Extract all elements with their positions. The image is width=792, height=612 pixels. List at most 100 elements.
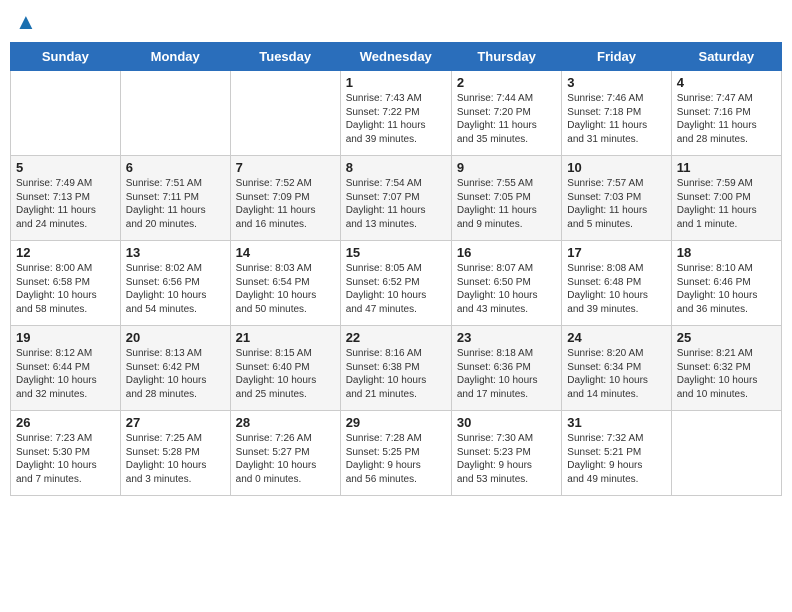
calendar-cell: 22 Sunrise: 8:16 AM Sunset: 6:38 PM Dayli… bbox=[340, 326, 451, 411]
calendar-cell: 24 Sunrise: 8:20 AM Sunset: 6:34 PM Dayli… bbox=[562, 326, 671, 411]
day-info: Sunrise: 7:25 AM Sunset: 5:28 PM Dayligh… bbox=[126, 432, 225, 486]
day-number: 25 bbox=[677, 330, 776, 345]
calendar-cell: 20 Sunrise: 8:13 AM Sunset: 6:42 PM Dayli… bbox=[120, 326, 230, 411]
calendar-cell: 4 Sunrise: 7:47 AM Sunset: 7:16 PM Daylig… bbox=[671, 71, 781, 156]
day-number: 24 bbox=[567, 330, 665, 345]
calendar-cell: 13 Sunrise: 8:02 AM Sunset: 6:56 PM Dayli… bbox=[120, 241, 230, 326]
day-number: 14 bbox=[236, 245, 335, 260]
day-info: Sunrise: 7:26 AM Sunset: 5:27 PM Dayligh… bbox=[236, 432, 335, 486]
calendar-cell: 25 Sunrise: 8:21 AM Sunset: 6:32 PM Dayli… bbox=[671, 326, 781, 411]
day-number: 15 bbox=[346, 245, 446, 260]
day-info: Sunrise: 8:15 AM Sunset: 6:40 PM Dayligh… bbox=[236, 347, 335, 401]
day-info: Sunrise: 7:49 AM Sunset: 7:13 PM Dayligh… bbox=[16, 177, 115, 231]
calendar-cell: 1 Sunrise: 7:43 AM Sunset: 7:22 PM Daylig… bbox=[340, 71, 451, 156]
calendar-cell: 6Sunrise: 7:51 AM Sunset: 7:11 PM Daylig… bbox=[120, 156, 230, 241]
day-header-wednesday: Wednesday bbox=[340, 43, 451, 71]
day-info: Sunrise: 8:08 AM Sunset: 6:48 PM Dayligh… bbox=[567, 262, 665, 316]
calendar-cell: 2 Sunrise: 7:44 AM Sunset: 7:20 PM Daylig… bbox=[451, 71, 561, 156]
day-info: Sunrise: 8:05 AM Sunset: 6:52 PM Dayligh… bbox=[346, 262, 446, 316]
day-number: 27 bbox=[126, 415, 225, 430]
calendar-cell bbox=[671, 411, 781, 496]
day-number: 22 bbox=[346, 330, 446, 345]
calendar-cell: 12Sunrise: 8:00 AM Sunset: 6:58 PM Dayli… bbox=[11, 241, 121, 326]
day-info: Sunrise: 7:52 AM Sunset: 7:09 PM Dayligh… bbox=[236, 177, 335, 231]
calendar-cell bbox=[11, 71, 121, 156]
day-number: 26 bbox=[16, 415, 115, 430]
day-header-saturday: Saturday bbox=[671, 43, 781, 71]
day-number: 23 bbox=[457, 330, 556, 345]
calendar-week-1: 1 Sunrise: 7:43 AM Sunset: 7:22 PM Daylig… bbox=[11, 71, 782, 156]
day-info: Sunrise: 8:16 AM Sunset: 6:38 PM Dayligh… bbox=[346, 347, 446, 401]
calendar-cell bbox=[230, 71, 340, 156]
day-number: 31 bbox=[567, 415, 665, 430]
day-number: 7 bbox=[236, 160, 335, 175]
calendar-week-5: 26Sunrise: 7:23 AM Sunset: 5:30 PM Dayli… bbox=[11, 411, 782, 496]
day-number: 19 bbox=[16, 330, 115, 345]
calendar-cell: 9Sunrise: 7:55 AM Sunset: 7:05 PM Daylig… bbox=[451, 156, 561, 241]
calendar-cell: 3Sunrise: 7:46 AM Sunset: 7:18 PM Daylig… bbox=[562, 71, 671, 156]
calendar-cell: 23 Sunrise: 8:18 AM Sunset: 6:36 PM Dayli… bbox=[451, 326, 561, 411]
calendar-cell: 14 Sunrise: 8:03 AM Sunset: 6:54 PM Dayli… bbox=[230, 241, 340, 326]
day-number: 21 bbox=[236, 330, 335, 345]
calendar-cell: 16Sunrise: 8:07 AM Sunset: 6:50 PM Dayli… bbox=[451, 241, 561, 326]
calendar-cell: 28 Sunrise: 7:26 AM Sunset: 5:27 PM Dayli… bbox=[230, 411, 340, 496]
day-info: Sunrise: 7:54 AM Sunset: 7:07 PM Dayligh… bbox=[346, 177, 446, 231]
day-number: 13 bbox=[126, 245, 225, 260]
day-info: Sunrise: 7:28 AM Sunset: 5:25 PM Dayligh… bbox=[346, 432, 446, 486]
calendar-cell: 27 Sunrise: 7:25 AM Sunset: 5:28 PM Dayli… bbox=[120, 411, 230, 496]
day-info: Sunrise: 7:32 AM Sunset: 5:21 PM Dayligh… bbox=[567, 432, 665, 486]
calendar-header-row: SundayMondayTuesdayWednesdayThursdayFrid… bbox=[11, 43, 782, 71]
day-number: 2 bbox=[457, 75, 556, 90]
day-info: Sunrise: 7:59 AM Sunset: 7:00 PM Dayligh… bbox=[677, 177, 776, 231]
day-info: Sunrise: 7:43 AM Sunset: 7:22 PM Dayligh… bbox=[346, 92, 446, 146]
day-number: 18 bbox=[677, 245, 776, 260]
calendar-cell: 21 Sunrise: 8:15 AM Sunset: 6:40 PM Dayli… bbox=[230, 326, 340, 411]
calendar-cell: 26Sunrise: 7:23 AM Sunset: 5:30 PM Dayli… bbox=[11, 411, 121, 496]
day-info: Sunrise: 7:30 AM Sunset: 5:23 PM Dayligh… bbox=[457, 432, 556, 486]
day-number: 17 bbox=[567, 245, 665, 260]
day-number: 20 bbox=[126, 330, 225, 345]
day-info: Sunrise: 7:44 AM Sunset: 7:20 PM Dayligh… bbox=[457, 92, 556, 146]
day-info: Sunrise: 7:57 AM Sunset: 7:03 PM Dayligh… bbox=[567, 177, 665, 231]
calendar-week-3: 12Sunrise: 8:00 AM Sunset: 6:58 PM Dayli… bbox=[11, 241, 782, 326]
day-info: Sunrise: 7:51 AM Sunset: 7:11 PM Dayligh… bbox=[126, 177, 225, 231]
day-number: 1 bbox=[346, 75, 446, 90]
day-header-tuesday: Tuesday bbox=[230, 43, 340, 71]
day-number: 10 bbox=[567, 160, 665, 175]
day-number: 4 bbox=[677, 75, 776, 90]
day-info: Sunrise: 8:21 AM Sunset: 6:32 PM Dayligh… bbox=[677, 347, 776, 401]
day-number: 29 bbox=[346, 415, 446, 430]
calendar-cell: 5Sunrise: 7:49 AM Sunset: 7:13 PM Daylig… bbox=[11, 156, 121, 241]
logo-general: ▲ bbox=[15, 10, 37, 34]
day-number: 3 bbox=[567, 75, 665, 90]
day-info: Sunrise: 7:47 AM Sunset: 7:16 PM Dayligh… bbox=[677, 92, 776, 146]
day-number: 30 bbox=[457, 415, 556, 430]
day-info: Sunrise: 8:12 AM Sunset: 6:44 PM Dayligh… bbox=[16, 347, 115, 401]
day-info: Sunrise: 7:55 AM Sunset: 7:05 PM Dayligh… bbox=[457, 177, 556, 231]
calendar-cell: 15 Sunrise: 8:05 AM Sunset: 6:52 PM Dayli… bbox=[340, 241, 451, 326]
day-header-sunday: Sunday bbox=[11, 43, 121, 71]
day-number: 16 bbox=[457, 245, 556, 260]
calendar-cell: 11Sunrise: 7:59 AM Sunset: 7:00 PM Dayli… bbox=[671, 156, 781, 241]
day-header-friday: Friday bbox=[562, 43, 671, 71]
day-info: Sunrise: 8:20 AM Sunset: 6:34 PM Dayligh… bbox=[567, 347, 665, 401]
day-info: Sunrise: 8:03 AM Sunset: 6:54 PM Dayligh… bbox=[236, 262, 335, 316]
calendar-week-2: 5Sunrise: 7:49 AM Sunset: 7:13 PM Daylig… bbox=[11, 156, 782, 241]
day-info: Sunrise: 8:18 AM Sunset: 6:36 PM Dayligh… bbox=[457, 347, 556, 401]
calendar-cell: 29 Sunrise: 7:28 AM Sunset: 5:25 PM Dayli… bbox=[340, 411, 451, 496]
page-header: ▲ bbox=[10, 10, 782, 32]
day-header-thursday: Thursday bbox=[451, 43, 561, 71]
day-number: 8 bbox=[346, 160, 446, 175]
day-info: Sunrise: 8:10 AM Sunset: 6:46 PM Dayligh… bbox=[677, 262, 776, 316]
calendar-cell: 18 Sunrise: 8:10 AM Sunset: 6:46 PM Dayli… bbox=[671, 241, 781, 326]
calendar-cell: 10 Sunrise: 7:57 AM Sunset: 7:03 PM Dayli… bbox=[562, 156, 671, 241]
day-info: Sunrise: 8:13 AM Sunset: 6:42 PM Dayligh… bbox=[126, 347, 225, 401]
day-header-monday: Monday bbox=[120, 43, 230, 71]
calendar-cell: 8 Sunrise: 7:54 AM Sunset: 7:07 PM Daylig… bbox=[340, 156, 451, 241]
day-number: 12 bbox=[16, 245, 115, 260]
calendar-cell: 17 Sunrise: 8:08 AM Sunset: 6:48 PM Dayli… bbox=[562, 241, 671, 326]
calendar-cell: 30 Sunrise: 7:30 AM Sunset: 5:23 PM Dayli… bbox=[451, 411, 561, 496]
calendar-cell bbox=[120, 71, 230, 156]
day-info: Sunrise: 8:02 AM Sunset: 6:56 PM Dayligh… bbox=[126, 262, 225, 316]
day-number: 28 bbox=[236, 415, 335, 430]
